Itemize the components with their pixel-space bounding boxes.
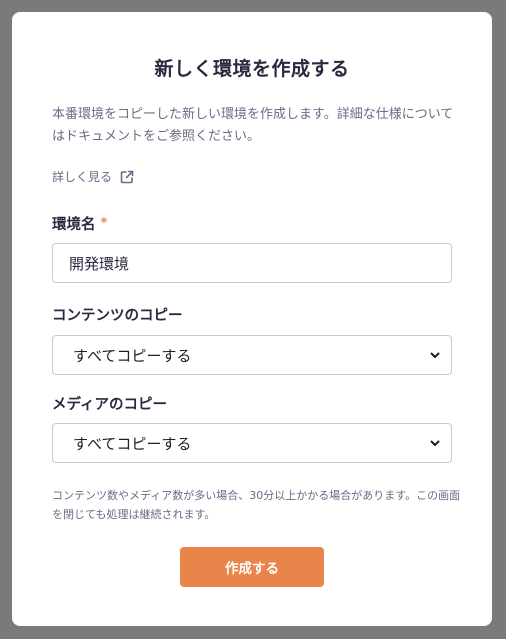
media-copy-selected-value: すべてコピーする	[73, 434, 192, 453]
chevron-down-icon	[429, 437, 441, 449]
create-button[interactable]: 作成する	[180, 547, 324, 587]
contents-copy-label: コンテンツのコピー	[52, 308, 183, 324]
create-environment-modal: 新しく環境を作成する 本番環境をコピーした新しい環境を作成します。詳細な仕様につ…	[12, 12, 492, 626]
learn-more-link[interactable]: 詳しく見る	[52, 168, 135, 185]
chevron-down-icon	[429, 349, 441, 361]
modal-description: 本番環境をコピーした新しい環境を作成します。詳細な仕様についてはドキュメントをご…	[52, 107, 454, 144]
modal-title: 新しく環境を作成する	[154, 58, 350, 80]
env-name-label-text: 環境名	[52, 217, 96, 233]
env-name-input[interactable]	[52, 243, 452, 283]
media-copy-select[interactable]: すべてコピーする	[52, 423, 452, 463]
env-name-label: 環境名 *	[52, 213, 107, 234]
learn-more-label: 詳しく見る	[52, 170, 113, 184]
external-link-icon	[119, 169, 135, 185]
contents-copy-select[interactable]: すべてコピーする	[52, 335, 452, 375]
duration-note: コンテンツ数やメディア数が多い場合、30分以上かかる場合があります。この画面を閉…	[52, 489, 461, 521]
required-mark: *	[100, 216, 108, 231]
media-copy-label: メディアのコピー	[52, 397, 167, 413]
contents-copy-selected-value: すべてコピーする	[73, 346, 192, 365]
